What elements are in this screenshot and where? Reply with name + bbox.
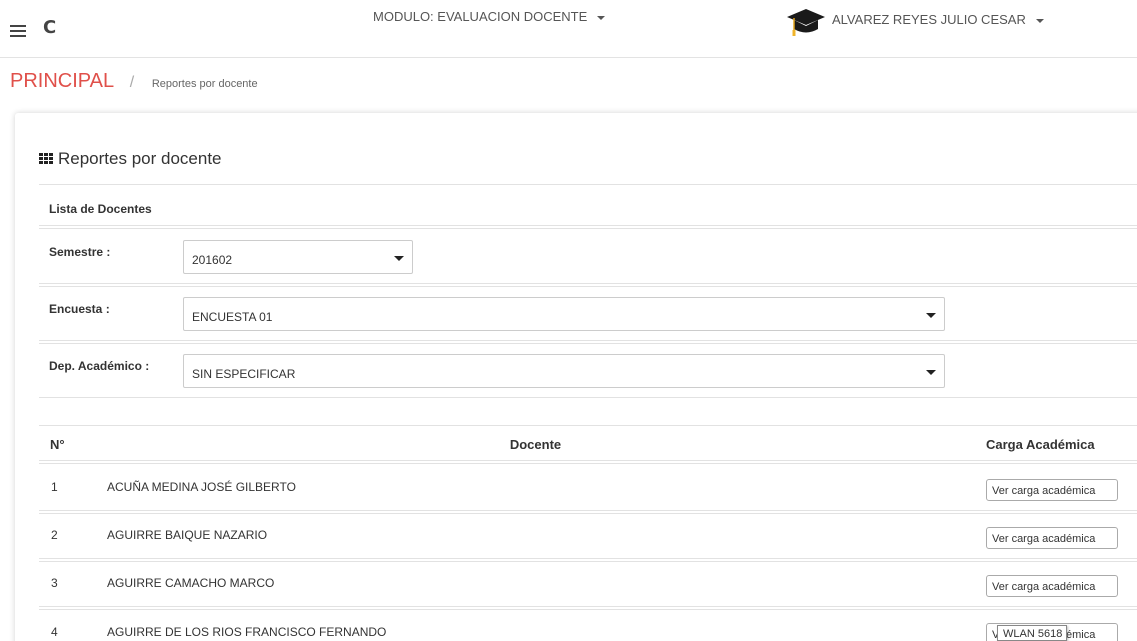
module-label: MODULO: EVALUACION DOCENTE (373, 9, 588, 24)
caret-down-icon (926, 370, 936, 375)
divider (39, 286, 1137, 287)
panel-title-text: Reportes por docente (58, 149, 222, 168)
divider (39, 558, 1137, 559)
caret-down-icon (597, 15, 606, 20)
divider (39, 397, 1137, 398)
departamento-label: Dep. Académico : (49, 359, 150, 373)
encuesta-value: ENCUESTA 01 (192, 310, 273, 324)
table-header-docente: Docente (509, 437, 562, 452)
row-number: 2 (51, 528, 58, 542)
encuesta-label: Encuesta : (49, 302, 110, 316)
tooltip: WLAN 5618 (997, 625, 1067, 641)
menu-icon[interactable] (10, 25, 26, 37)
departamento-select[interactable]: SIN ESPECIFICAR (183, 354, 945, 388)
semestre-value: 201602 (192, 253, 233, 267)
divider (39, 510, 1137, 511)
breadcrumb: PRINCIPAL / Reportes por docente (10, 70, 258, 98)
divider (39, 513, 1137, 514)
row-docente: AGUIRRE BAIQUE NAZARIO (107, 528, 268, 542)
table-header-carga: Carga Académica (986, 437, 1095, 452)
breadcrumb-current: Reportes por docente (151, 78, 258, 90)
divider (39, 283, 1137, 284)
divider (39, 606, 1137, 607)
graduation-cap-icon (787, 9, 825, 36)
list-heading: Lista de Docentes (49, 202, 152, 216)
departamento-value: SIN ESPECIFICAR (192, 367, 296, 381)
ver-carga-button[interactable]: Ver carga académica (986, 575, 1118, 597)
divider (39, 463, 1137, 464)
row-docente: AGUIRRE DE LOS RIOS FRANCISCO FERNANDO (107, 625, 387, 639)
panel-title: Reportes por docente (39, 149, 222, 169)
grid-icon (39, 153, 53, 164)
caret-down-icon (926, 313, 936, 318)
module-dropdown[interactable]: MODULO: EVALUACION DOCENTE (373, 9, 606, 24)
row-docente: ACUÑA MEDINA JOSÉ GILBERTO (107, 480, 296, 494)
semestre-select[interactable]: 201602 (183, 240, 413, 274)
encuesta-select[interactable]: ENCUESTA 01 (183, 297, 945, 331)
divider (39, 609, 1137, 610)
divider (39, 228, 1137, 229)
semestre-label: Semestre : (49, 245, 111, 259)
breadcrumb-home-link[interactable]: PRINCIPAL (10, 70, 114, 92)
divider (39, 561, 1137, 562)
ver-carga-button[interactable]: Ver carga académica (986, 527, 1118, 549)
table-header-n: N° (50, 437, 65, 452)
top-navbar: C MODULO: EVALUACION DOCENTE ALVAREZ REY… (0, 0, 1137, 58)
divider (39, 184, 1137, 185)
breadcrumb-separator: / (129, 74, 135, 91)
caret-down-icon (1035, 18, 1044, 23)
caret-down-icon (394, 256, 404, 261)
user-name: ALVAREZ REYES JULIO CESAR (832, 12, 1026, 27)
divider (39, 340, 1137, 341)
table-top-border (39, 425, 1137, 426)
divider (39, 225, 1137, 226)
refresh-icon[interactable]: C (43, 17, 56, 38)
row-docente: AGUIRRE CAMACHO MARCO (107, 576, 275, 590)
divider (39, 460, 1137, 461)
divider (39, 343, 1137, 344)
row-number: 1 (51, 480, 58, 494)
row-number: 4 (51, 625, 58, 639)
ver-carga-button[interactable]: Ver carga académica (986, 479, 1118, 501)
row-number: 3 (51, 576, 58, 590)
